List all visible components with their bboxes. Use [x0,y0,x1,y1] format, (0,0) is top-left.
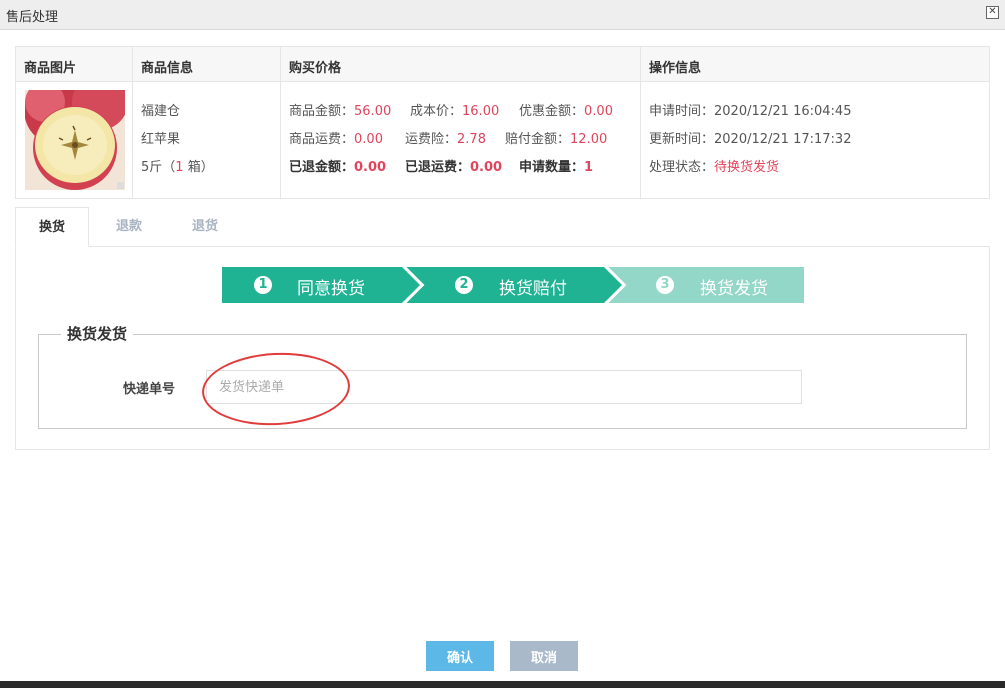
shipping-ins-label: 运费险： [405,132,458,147]
product-info-cell: 福建仓 红苹果 5斤（1 箱） [133,82,281,199]
discount-value: 0.00 [584,104,613,119]
progress-steps: 1 同意换货 2 换货赔付 3 换货发货 [222,267,804,303]
tab-return[interactable]: 退货 [171,207,239,247]
refunded-ship-value: 0.00 [470,160,503,175]
refunded-value: 0.00 [354,160,387,175]
shipping-insurance: 运费险：2.78 [405,128,486,147]
header-product-info: 商品信息 [133,47,281,81]
goods-shipping: 商品运费：0.00 [289,128,383,147]
spec-prefix: 5斤（ [141,160,176,175]
cost-value: 16.00 [462,104,500,119]
cancel-button[interactable]: 取消 [510,641,578,671]
product-spec: 5斤（1 箱） [141,156,214,175]
process-status: 处理状态：待换货发货 [649,156,779,175]
close-icon[interactable]: ✕ [986,6,999,19]
tab-panel-exchange: 1 同意换货 2 换货赔付 3 换货发货 换货发货 快递单号 [15,246,990,450]
apply-time-value: 2020/12/21 16:04:45 [714,104,852,119]
compensation-value: 12.00 [570,132,608,147]
tracking-number-label: 快递单号 [123,382,176,397]
goods-amount-label: 商品金额： [289,104,355,119]
header-product-image: 商品图片 [16,47,133,81]
step-1-number: 1 [254,276,272,294]
step-3-label: 换货发货 [700,279,768,299]
bottom-bar [0,681,1005,688]
step-3-number: 3 [656,276,674,294]
step-2-number: 2 [455,276,473,294]
table-row: 福建仓 红苹果 5斤（1 箱） 商品金额：56.00 成本价：16.00 优惠金… [16,82,989,199]
fieldset-legend: 换货发货 [61,323,134,344]
apply-quantity: 申请数量：1 [519,156,593,175]
goods-amount-value: 56.00 [354,104,392,119]
exchange-shipping-fieldset: 换货发货 快递单号 [38,323,967,429]
shipping-label: 商品运费： [289,132,355,147]
step-2-label: 换货赔付 [499,279,567,299]
order-info-table: 商品图片 商品信息 购买价格 操作信息 福建仓 红苹果 5斤（1 箱） 商品金额… [15,46,990,199]
cost-label: 成本价： [410,104,463,119]
apply-qty-value: 1 [584,160,594,175]
step-1-label: 同意换货 [297,279,365,299]
apply-time: 申请时间：2020/12/21 16:04:45 [649,100,851,119]
shipping-value: 0.00 [354,132,383,147]
goods-amount: 商品金额：56.00 [289,100,391,119]
compensation-label: 赔付金额： [505,132,571,147]
tracking-number-input[interactable] [206,370,802,404]
operation-info-cell: 申请时间：2020/12/21 16:04:45 更新时间：2020/12/21… [641,82,989,199]
apple-product-image [25,90,125,190]
update-time-label: 更新时间： [649,132,715,147]
shipping-ins-value: 2.78 [457,132,486,147]
refunded-label: 已退金额： [289,160,355,175]
product-name: 红苹果 [141,132,181,147]
discount-amount: 优惠金额：0.00 [519,100,613,119]
product-image-cell [16,82,133,199]
tab-exchange[interactable]: 换货 [15,207,89,247]
status-label: 处理状态： [649,160,715,175]
refunded-shipping: 已退运费：0.00 [405,156,502,175]
header-operation-info: 操作信息 [649,61,702,76]
update-time-value: 2020/12/21 17:17:32 [714,132,852,147]
status-badge: 待换货发货 [714,160,780,175]
dialog-titlebar: 售后处理 ✕ [0,0,1005,30]
header-purchase-price: 购买价格 [281,47,641,81]
update-time: 更新时间：2020/12/21 17:17:32 [649,128,851,147]
tab-refund[interactable]: 退款 [95,207,163,247]
apply-qty-label: 申请数量： [519,160,585,175]
apply-time-label: 申请时间： [649,104,715,119]
refunded-amount: 已退金额：0.00 [289,156,386,175]
cost-price: 成本价：16.00 [410,100,499,119]
spec-suffix: 箱） [183,160,214,175]
price-info-cell: 商品金额：56.00 成本价：16.00 优惠金额：0.00 商品运费：0.00… [281,82,641,199]
compensation-amount: 赔付金额：12.00 [505,128,607,147]
table-header-row: 商品图片 商品信息 购买价格 操作信息 [16,47,989,82]
discount-label: 优惠金额： [519,104,585,119]
confirm-button[interactable]: 确认 [426,641,494,671]
spec-quantity: 1 [175,160,184,175]
product-origin: 福建仓 [141,104,181,119]
refunded-ship-label: 已退运费： [405,160,471,175]
dialog-title: 售后处理 [6,10,59,25]
